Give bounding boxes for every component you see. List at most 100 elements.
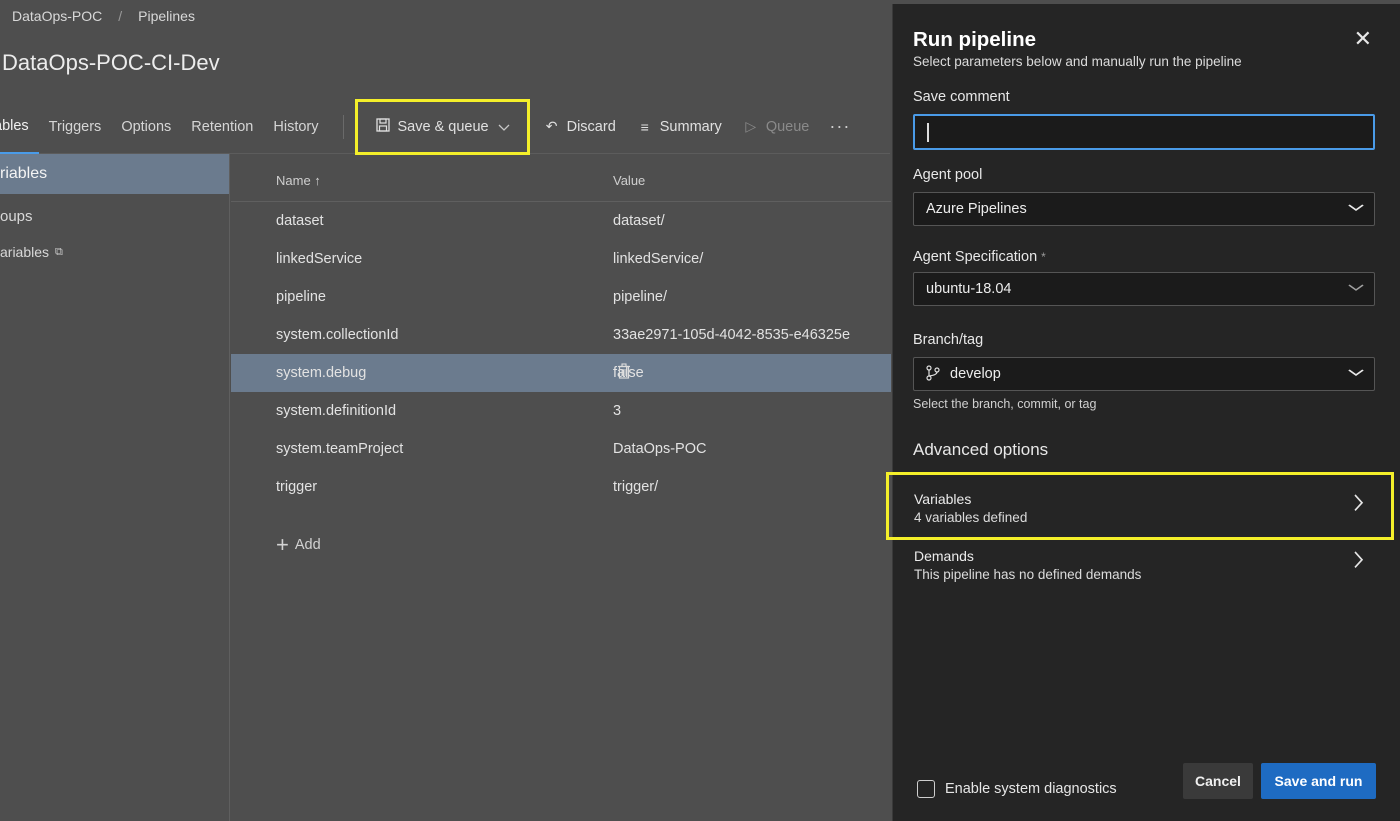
tab-options[interactable]: Options — [111, 100, 181, 154]
variable-value[interactable]: 3 — [613, 403, 891, 419]
panel-title: Run pipeline — [913, 28, 1036, 51]
agent-pool-label: Agent pool — [913, 167, 983, 183]
variable-name[interactable]: dataset — [231, 213, 613, 229]
external-link-icon: ⧉ — [55, 245, 63, 258]
add-variable-button[interactable]: + Add — [231, 534, 891, 556]
discard-label: Discard — [566, 118, 616, 135]
variables-expander-title: Variables — [914, 491, 972, 507]
branch-icon — [926, 364, 940, 384]
variable-name[interactable]: system.definitionId — [231, 403, 613, 419]
variables-table: Name ↑ Value dataset dataset/ linkedServ… — [231, 160, 891, 556]
tab-history[interactable]: History — [263, 100, 328, 154]
tab-retention[interactable]: Retention — [181, 100, 263, 154]
variable-value[interactable]: DataOps-POC — [613, 441, 891, 457]
undo-icon: ↶ — [545, 118, 558, 134]
queue-label: Queue — [765, 118, 810, 135]
chevron-down-icon — [1348, 199, 1365, 222]
sidenav-predefined-variables[interactable]: ariables ⧉ — [0, 236, 229, 268]
agent-spec-value: ubuntu-18.04 — [926, 281, 1012, 297]
demands-expander-subtitle: This pipeline has no defined demands — [914, 567, 1142, 582]
variable-name[interactable]: pipeline — [231, 289, 613, 305]
page-title: DataOps-POC-CI-Dev — [2, 50, 220, 75]
breadcrumb-separator: / — [118, 8, 123, 24]
variable-value[interactable]: 33ae2971-105d-4042-8535-e46325e — [613, 327, 891, 343]
variables-expander[interactable]: Variables 4 variables defined — [886, 472, 1394, 540]
table-row[interactable]: system.teamProject DataOps-POC — [231, 430, 891, 468]
branch-label: Branch/tag — [913, 332, 984, 348]
discard-button[interactable]: ↶ Discard — [533, 108, 626, 146]
plus-icon: + — [276, 532, 289, 557]
chevron-down-icon — [1348, 279, 1365, 302]
table-row[interactable]: dataset dataset/ — [231, 202, 891, 240]
chevron-right-icon — [1353, 549, 1365, 578]
table-row-selected[interactable]: system.debug false — [231, 354, 891, 392]
breadcrumb: DataOps-POC / Pipelines — [0, 0, 195, 32]
table-row[interactable]: system.definitionId 3 — [231, 392, 891, 430]
toolbar-divider — [342, 114, 344, 139]
add-label: Add — [294, 537, 321, 553]
demands-expander[interactable]: Demands This pipeline has no defined dem… — [889, 532, 1391, 594]
column-header-name[interactable]: Name ↑ — [231, 173, 613, 188]
demands-expander-title: Demands — [914, 548, 974, 564]
tab-variables[interactable]: ables — [0, 100, 39, 154]
agent-spec-select[interactable]: ubuntu-18.04 — [913, 272, 1375, 306]
save-queue-label: Save & queue — [397, 118, 489, 135]
variables-expander-subtitle: 4 variables defined — [914, 510, 1028, 525]
tab-triggers[interactable]: Triggers — [39, 100, 112, 154]
variables-sidenav: riables oups ariables ⧉ — [0, 154, 230, 821]
run-pipeline-panel: Run pipeline Select parameters below and… — [886, 4, 1400, 821]
save-and-run-button[interactable]: Save and run — [1261, 763, 1376, 799]
chevron-down-icon — [1348, 364, 1365, 387]
summary-label: Summary — [659, 118, 722, 135]
variable-name[interactable]: system.collectionId — [231, 327, 613, 343]
variable-value[interactable]: linkedService/ — [613, 251, 891, 267]
table-row[interactable]: pipeline pipeline/ — [231, 278, 891, 316]
variable-name[interactable]: system.teamProject — [231, 441, 613, 457]
panel-footer: Enable system diagnostics Cancel Save an… — [893, 761, 1400, 821]
agent-spec-label: Agent Specification * — [913, 249, 1046, 265]
variable-value[interactable]: dataset/ — [613, 213, 891, 229]
text-caret — [927, 123, 929, 142]
breadcrumb-pipelines[interactable]: Pipelines — [138, 8, 195, 24]
advanced-options-heading: Advanced options — [913, 440, 1049, 459]
close-icon[interactable]: ✕ — [1354, 26, 1372, 52]
branch-hint: Select the branch, commit, or tag — [913, 397, 1097, 411]
sidenav-variable-groups-label: oups — [0, 207, 33, 225]
sidenav-predefined-label: ariables — [0, 244, 50, 260]
diagnostics-checkbox[interactable] — [917, 780, 935, 798]
table-row[interactable]: system.collectionId 33ae2971-105d-4042-8… — [231, 316, 891, 354]
agent-spec-label-text: Agent Specification — [913, 249, 1038, 265]
variable-value[interactable]: pipeline/ — [613, 289, 891, 305]
tab-bar: ables Triggers Options Retention History… — [0, 98, 890, 155]
table-header: Name ↑ Value — [231, 160, 891, 202]
column-header-value: Value — [613, 173, 646, 188]
more-actions-icon[interactable]: ··· — [819, 116, 860, 137]
save-comment-input[interactable] — [913, 114, 1375, 150]
variable-value[interactable]: trigger/ — [613, 479, 891, 495]
variable-name[interactable]: linkedService — [231, 251, 613, 267]
sidenav-pipeline-variables[interactable]: riables — [0, 154, 229, 194]
play-icon: ▷ — [745, 118, 757, 134]
save-queue-button[interactable]: Save & queue — [354, 98, 530, 155]
branch-select[interactable]: develop — [913, 357, 1375, 391]
variable-value[interactable]: false — [613, 365, 891, 381]
summary-button[interactable]: ≡ Summary — [626, 108, 732, 146]
cancel-button[interactable]: Cancel — [1183, 763, 1253, 799]
list-icon: ≡ — [640, 118, 649, 135]
agent-pool-select[interactable]: Azure Pipelines — [913, 192, 1375, 226]
delete-icon[interactable] — [617, 363, 631, 383]
queue-button[interactable]: ▷ Queue — [732, 108, 820, 146]
sidenav-variable-groups[interactable]: oups — [0, 196, 229, 236]
variable-name[interactable]: trigger — [231, 479, 613, 495]
breadcrumb-project[interactable]: DataOps-POC — [12, 8, 102, 24]
variable-name[interactable]: system.debug — [231, 365, 613, 381]
save-comment-label: Save comment — [913, 89, 1010, 105]
table-row[interactable]: linkedService linkedService/ — [231, 240, 891, 278]
chevron-down-icon — [495, 119, 513, 135]
diagnostics-label[interactable]: Enable system diagnostics — [945, 781, 1117, 797]
branch-value: develop — [950, 366, 1001, 382]
table-row[interactable]: trigger trigger/ — [231, 468, 891, 506]
panel-subtitle: Select parameters below and manually run… — [913, 54, 1242, 69]
required-marker: * — [1041, 250, 1046, 264]
agent-pool-value: Azure Pipelines — [926, 201, 1027, 217]
